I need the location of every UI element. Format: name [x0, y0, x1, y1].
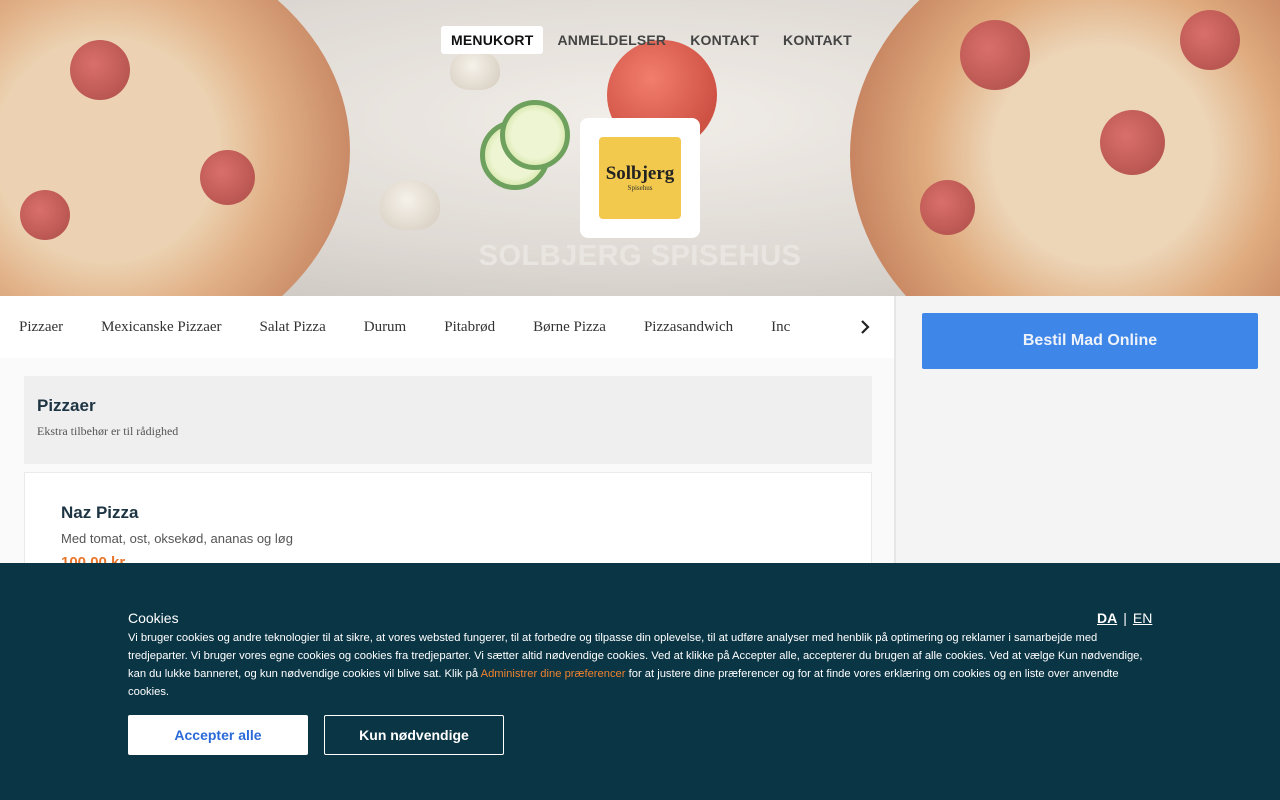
logo-text: Solbjerg	[605, 163, 675, 184]
category-tab[interactable]: Salat Pizza	[241, 319, 345, 336]
category-tab[interactable]: Pitabrød	[425, 319, 514, 336]
nav-menukort[interactable]: MENUKORT	[441, 26, 544, 54]
category-tab[interactable]: Mexicanske Pizzaer	[82, 319, 240, 336]
category-tab[interactable]: Durum	[345, 319, 426, 336]
restaurant-logo: Solbjerg Spisehus	[580, 118, 700, 238]
cookie-text: Vi bruger cookies og andre teknologier t…	[128, 629, 1152, 701]
only-necessary-button[interactable]: Kun nødvendige	[324, 715, 504, 755]
manage-preferences-link[interactable]: Administrer dine præferencer	[481, 668, 626, 680]
nav-anmeldelser[interactable]: ANMELDELSER	[547, 26, 676, 54]
category-tab[interactable]: Børne Pizza	[514, 319, 625, 336]
lang-separator: |	[1123, 610, 1127, 626]
category-tab[interactable]: Inc	[752, 319, 809, 336]
lang-da-link[interactable]: DA	[1097, 610, 1117, 626]
cookie-title: Cookies	[128, 610, 179, 626]
item-name: Naz Pizza	[61, 503, 139, 522]
nav-kontakt[interactable]: KONTAKT	[680, 26, 769, 54]
category-tab[interactable]: Pizzasandwich	[625, 319, 752, 336]
category-tabs: Pizzaer Mexicanske Pizzaer Salat Pizza D…	[0, 296, 894, 358]
accept-all-button[interactable]: Accepter alle	[128, 715, 308, 755]
section-title: Pizzaer	[37, 396, 96, 415]
hero-banner: MENUKORT ANMELDELSER KONTAKT KONTAKT Sol…	[0, 0, 1280, 296]
nav-kontakt-2[interactable]: KONTAKT	[773, 26, 862, 54]
item-description: Med tomat, ost, oksekød, ananas og løg	[61, 531, 293, 546]
section-header: Pizzaer Ekstra tilbehør er til rådighed	[24, 376, 872, 464]
category-tab[interactable]: Pizzaer	[0, 319, 82, 336]
cookie-banner: Cookies DA | EN Vi bruger cookies og and…	[0, 563, 1280, 800]
lang-en-link[interactable]: EN	[1133, 610, 1152, 626]
chevron-right-icon[interactable]	[836, 296, 894, 358]
order-online-button[interactable]: Bestil Mad Online	[922, 313, 1258, 369]
language-switcher: DA | EN	[1097, 610, 1152, 626]
top-navigation: MENUKORT ANMELDELSER KONTAKT KONTAKT	[441, 26, 866, 54]
section-subtitle: Ekstra tilbehør er til rådighed	[37, 424, 179, 438]
logo-subtext: Spisehus	[627, 184, 653, 192]
restaurant-name: SOLBJERG SPISEHUS	[478, 240, 802, 272]
